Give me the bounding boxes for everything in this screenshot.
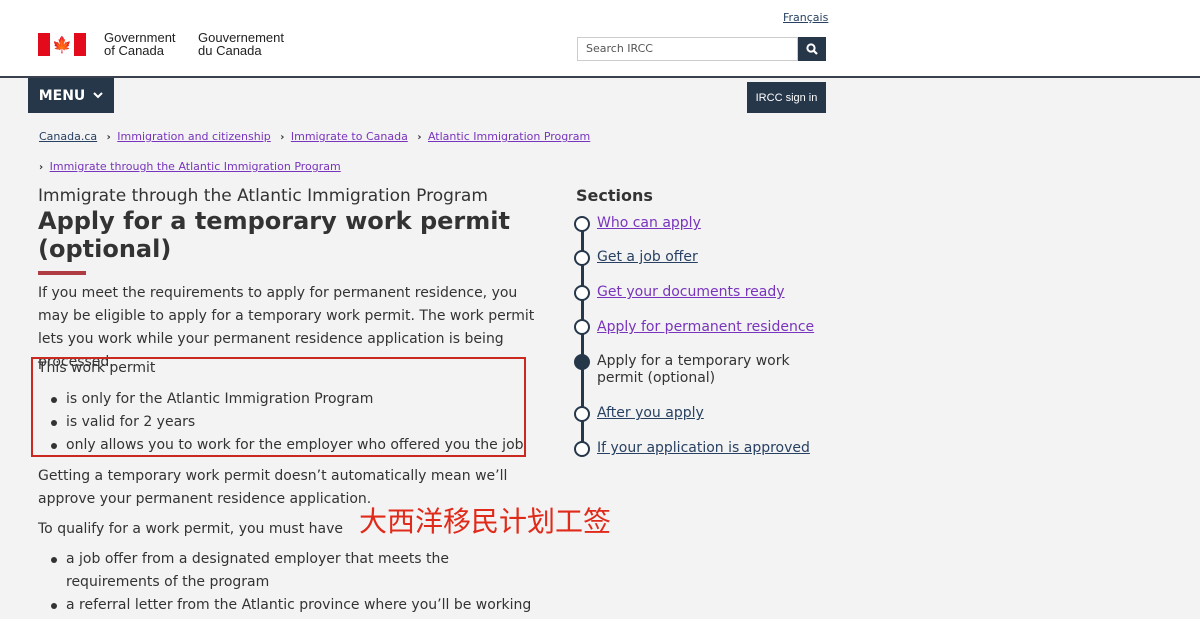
- breadcrumb: Canada.ca › Immigration and citizenship …: [39, 130, 590, 143]
- page-title: Apply for a temporary work permit (optio…: [38, 207, 510, 263]
- search-button[interactable]: [798, 37, 826, 61]
- section-current-work-permit: Apply for a temporary work permit (optio…: [597, 353, 790, 386]
- section-link-who-can-apply[interactable]: Who can apply: [597, 215, 837, 232]
- breadcrumb-item[interactable]: Immigration and citizenship: [117, 130, 270, 143]
- gov-en-line2: of Canada: [104, 43, 164, 58]
- language-toggle-link[interactable]: Français: [783, 11, 828, 24]
- flag-left-bar: [38, 33, 50, 56]
- step-marker: [574, 441, 590, 457]
- step-marker: [574, 319, 590, 335]
- page-subtitle: Immigrate through the Atlantic Immigrati…: [38, 186, 488, 206]
- breadcrumb-separator-icon: ›: [39, 162, 44, 173]
- step-marker-current: [574, 354, 590, 370]
- section-link-documents[interactable]: Get your documents ready: [597, 284, 837, 301]
- gov-signature-en[interactable]: Government of Canada: [104, 31, 176, 57]
- step-marker: [574, 216, 590, 232]
- sections-heading: Sections: [576, 186, 653, 205]
- gov-signature-fr[interactable]: Gouvernement du Canada: [198, 31, 284, 57]
- breadcrumb-item[interactable]: Immigrate to Canada: [291, 130, 408, 143]
- breadcrumb-item[interactable]: Atlantic Immigration Program: [428, 130, 590, 143]
- maple-leaf-icon: 🍁: [52, 35, 72, 54]
- section-link-after-you-apply[interactable]: After you apply: [597, 405, 837, 422]
- header-divider: [0, 76, 1200, 78]
- breadcrumb-separator-icon: ›: [280, 132, 285, 143]
- breadcrumb-separator-icon: ›: [106, 132, 111, 143]
- breadcrumb-item[interactable]: Immigrate through the Atlantic Immigrati…: [50, 160, 341, 173]
- step-marker: [574, 285, 590, 301]
- section-link-get-job-offer[interactable]: Get a job offer: [597, 249, 837, 266]
- breadcrumb-line-2: › Immigrate through the Atlantic Immigra…: [39, 160, 341, 173]
- flag-right-bar: [74, 33, 86, 56]
- section-link-if-approved[interactable]: If your application is approved: [597, 440, 837, 457]
- gov-fr-line2: du Canada: [198, 43, 262, 58]
- section-link-permanent-residence[interactable]: Apply for permanent residence: [597, 319, 837, 336]
- highlight-box: [31, 357, 526, 457]
- step-marker: [574, 250, 590, 266]
- search-icon: [806, 43, 818, 55]
- breadcrumb-separator-icon: ›: [417, 132, 422, 143]
- step-marker: [574, 406, 590, 422]
- canada-flag-icon[interactable]: 🍁: [38, 33, 86, 56]
- ircc-sign-in-button[interactable]: IRCC sign in: [747, 82, 826, 113]
- list-item: a referral letter from the Atlantic prov…: [38, 594, 538, 617]
- list-item: a job offer from a designated employer t…: [38, 548, 538, 594]
- search-input[interactable]: Search IRCC: [577, 37, 798, 61]
- chevron-down-icon: [93, 92, 104, 99]
- title-underline: [38, 271, 86, 275]
- annotation-text: 大西洋移民计划工签: [359, 505, 612, 538]
- menu-button[interactable]: MENU: [28, 78, 114, 113]
- menu-label: MENU: [38, 87, 86, 104]
- qualify-list: a job offer from a designated employer t…: [38, 548, 538, 617]
- breadcrumb-item[interactable]: Canada.ca: [39, 130, 97, 143]
